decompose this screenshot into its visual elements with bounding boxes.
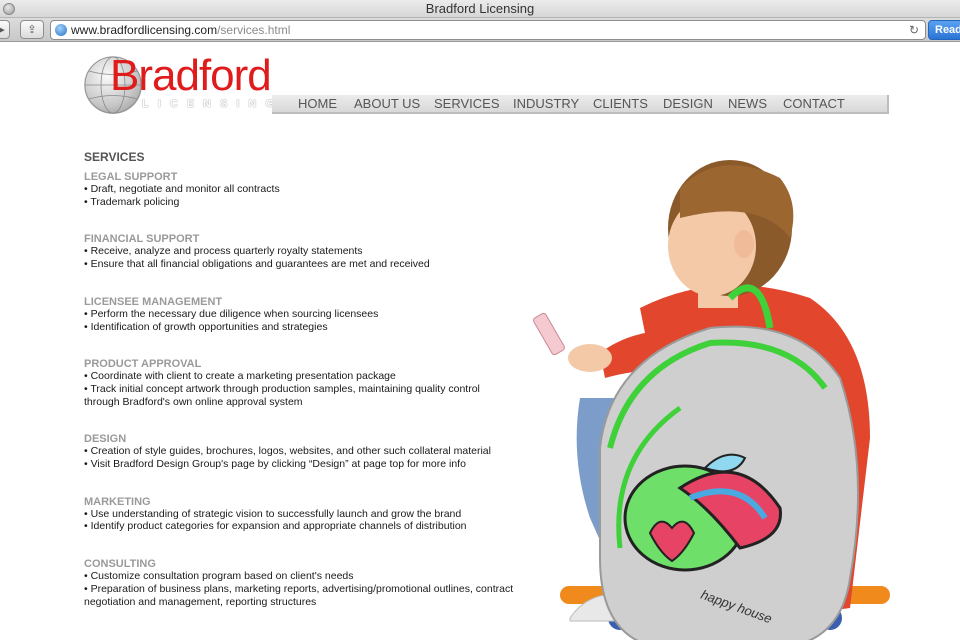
nav-contact[interactable]: CONTACT <box>783 96 845 111</box>
main-nav: HOME ABOUT US SERVICES INDUSTRY CLIENTS … <box>272 95 889 114</box>
logo-wordmark: Bradford <box>110 51 272 100</box>
section-title: LICENSEE MANAGEMENT <box>84 295 223 308</box>
hero-photo: happy house <box>530 148 890 640</box>
list-item: • Use understanding of strategic vision … <box>84 507 462 520</box>
list-item: • Trademark policing <box>84 195 180 208</box>
list-item: • Preparation of business plans, marketi… <box>84 582 514 595</box>
list-item: • Identification of growth opportunities… <box>84 320 328 333</box>
list-item: • Track initial concept artwork through … <box>84 382 480 395</box>
reader-button[interactable]: Reader <box>928 20 960 40</box>
nav-services[interactable]: SERVICES <box>434 96 500 111</box>
window-titlebar: Bradford Licensing <box>0 0 960 18</box>
site-globe-icon <box>55 24 67 36</box>
section-title: PRODUCT APPROVAL <box>84 358 202 371</box>
list-item: • Receive, analyze and process quarterly… <box>84 245 363 258</box>
section-financial-support: FINANCIAL SUPPORT • Receive, analyze and… <box>84 233 524 270</box>
list-item: through Bradford's own online approval s… <box>84 395 303 408</box>
bradford-logo[interactable]: Bradford LICENSING <box>84 51 274 114</box>
forward-icon: ▸ <box>0 24 5 36</box>
page-title: SERVICES <box>84 150 145 164</box>
nav-home[interactable]: HOME <box>298 96 337 111</box>
section-marketing: MARKETING • Use understanding of strateg… <box>84 496 524 533</box>
nav-about-us[interactable]: ABOUT US <box>354 96 420 111</box>
section-legal-support: LEGAL SUPPORT • Draft, negotiate and mon… <box>84 171 524 208</box>
section-title: CONSULTING <box>84 558 156 571</box>
list-item: • Identify product categories for expans… <box>84 520 467 533</box>
list-item: • Ensure that all financial obligations … <box>84 258 430 271</box>
url-host: www.bradfordlicensing.com <box>71 23 218 37</box>
section-title: DESIGN <box>84 433 127 446</box>
share-icon: ⇪ <box>27 24 37 36</box>
section-title: MARKETING <box>84 495 151 508</box>
nav-clients[interactable]: CLIENTS <box>593 96 648 111</box>
list-item: • Visit Bradford Design Group's page by … <box>84 458 466 471</box>
list-item: negotiation and management, reporting st… <box>84 595 317 608</box>
browser-toolbar: ▸ ⇪ www.bradfordlicensing.com/services.h… <box>0 18 960 42</box>
section-product-approval: PRODUCT APPROVAL • Coordinate with clien… <box>84 358 524 408</box>
list-item: • Coordinate with client to create a mar… <box>84 370 396 383</box>
list-item: • Perform the necessary due diligence wh… <box>84 307 379 320</box>
section-design: DESIGN • Creation of style guides, broch… <box>84 433 524 470</box>
section-title: LEGAL SUPPORT <box>84 171 178 183</box>
address-bar[interactable]: www.bradfordlicensing.com/services.html … <box>50 20 926 40</box>
girl-with-backpack-illustration: happy house <box>533 160 890 640</box>
nav-industry[interactable]: INDUSTRY <box>513 96 579 111</box>
nav-design[interactable]: DESIGN <box>663 96 713 111</box>
window-title: Bradford Licensing <box>425 1 535 16</box>
url-path: /services.html <box>217 23 291 37</box>
list-item: • Creation of style guides, brochures, l… <box>84 445 491 458</box>
list-item: • Customize consultation program based o… <box>84 570 354 583</box>
services-content: SERVICES LEGAL SUPPORT • Draft, negotiat… <box>84 150 524 633</box>
share-button[interactable]: ⇪ <box>20 20 44 39</box>
section-title: FINANCIAL SUPPORT <box>84 233 200 246</box>
forward-button[interactable]: ▸ <box>0 20 10 39</box>
window-close-icon[interactable] <box>3 3 15 15</box>
list-item: • Draft, negotiate and monitor all contr… <box>84 183 280 195</box>
section-licensee-management: LICENSEE MANAGEMENT • Perform the necess… <box>84 296 524 333</box>
section-consulting: CONSULTING • Customize consultation prog… <box>84 558 524 608</box>
logo-subtitle: LICENSING <box>142 98 283 110</box>
reload-icon[interactable]: ↻ <box>909 21 919 39</box>
nav-news[interactable]: NEWS <box>728 96 767 111</box>
